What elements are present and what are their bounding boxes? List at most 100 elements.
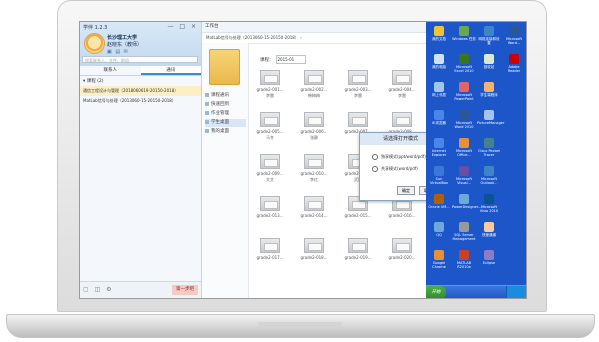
bottom-toolbar-icons[interactable]: ▢ ◫ ⚙ — [83, 286, 114, 293]
file-tile[interactable]: grade2-003... 李雷 — [338, 70, 378, 104]
desktop-icon[interactable]: 回收站 — [477, 54, 501, 76]
file-tile[interactable]: grade2-004... 李雷 — [382, 70, 422, 104]
desktop-icon[interactable]: QQ — [427, 222, 451, 244]
sidebar-item[interactable]: 作业管理 — [205, 110, 246, 118]
file-tile[interactable]: grade2-001... 李雷 — [250, 70, 290, 104]
file-name: grade2-005... — [256, 129, 284, 134]
file-tile[interactable]: grade2-018... — [294, 238, 334, 272]
list-item[interactable]: MatLab信号与处理（2013060-15-20150-2018） — [80, 96, 201, 106]
desktop-icon[interactable]: 网上邻居 — [427, 82, 451, 104]
radio-icon[interactable] — [372, 166, 378, 172]
desktop-icon[interactable]: Internet Explorer — [427, 138, 451, 160]
desktop-icon[interactable]: 我的电脑 — [427, 54, 451, 76]
desktop-icon[interactable]: 网络连接和设置 — [477, 26, 501, 48]
file-icon — [260, 196, 280, 211]
desktop-icon-label: Google Chrome — [432, 261, 446, 269]
desktop-icon[interactable]: Microsoft Visio 2010 — [477, 194, 501, 216]
sidebar-item[interactable]: 学生桌面 — [205, 119, 246, 127]
desktop-icon[interactable]: 学生端程序 — [477, 82, 501, 104]
app-icon — [484, 138, 494, 148]
file-name: grade2-009... — [256, 171, 284, 176]
desktop-icon[interactable]: Microsoft Office... — [452, 138, 476, 160]
start-button[interactable]: 开始 — [426, 286, 446, 298]
course-select[interactable]: 2015-01 — [275, 55, 306, 64]
desktop-icon[interactable]: Microsoft Word 2010 — [452, 110, 476, 132]
desktop-icon-label: Oracle VM... — [428, 205, 450, 209]
desktop-icon-label: 快速通道 — [482, 233, 496, 237]
avatar[interactable] — [84, 33, 105, 54]
desktop-icon[interactable]: Microsoft Excel 2010 — [452, 54, 476, 76]
desktop-icon-label: 我的电脑 — [432, 65, 446, 69]
option-label: 独享模式(ppt/word/pdf) — [381, 154, 426, 159]
desktop-icon[interactable]: IE浏览器 — [427, 110, 451, 132]
file-tile[interactable]: grade2-019... — [338, 238, 378, 272]
desktop-icon[interactable]: Cisco Packet Tracer — [477, 138, 501, 160]
status-icons[interactable]: ▣ ▤ ✉ — [107, 49, 129, 55]
file-name: grade2-003... — [344, 87, 372, 92]
file-owner: 李雷 — [354, 93, 362, 98]
tab-contacts[interactable]: 联系人 — [80, 66, 141, 75]
sidebar-item[interactable]: 我的桌面 — [205, 128, 246, 136]
desktop-icon[interactable]: Microsoft Visual... — [452, 166, 476, 188]
tab-messages[interactable]: 通讯 — [140, 66, 201, 75]
app-icon — [434, 194, 444, 204]
file-tile[interactable]: grade2-009... 文文 — [250, 154, 290, 188]
file-owner: 张静 — [310, 135, 318, 140]
course-group-label[interactable]: ▾ 课程 (2) — [80, 76, 201, 86]
desktop-icon-label: SQL Server Management — [452, 233, 476, 241]
desktop-icon[interactable]: PictureManager — [477, 110, 504, 132]
file-tile[interactable]: grade2-005... 马冬 — [250, 112, 290, 146]
file-name: grade2-010... — [300, 171, 328, 176]
nav-dot-icon — [205, 92, 209, 97]
app-icon — [434, 82, 444, 92]
file-tile[interactable]: grade2-015... — [338, 196, 378, 230]
folder-icon — [209, 49, 240, 85]
desktop-icon[interactable]: 我的文档 — [427, 26, 451, 48]
next-step-button[interactable]: 第一步吧 — [172, 285, 198, 295]
user-name: 赵晓东（教师） — [107, 42, 143, 48]
app-icon — [459, 82, 469, 92]
app-icon — [434, 138, 444, 148]
school-name: 长沙理工大学 — [107, 35, 138, 41]
desktop-icon[interactable]: MATLAB R2010a — [452, 250, 476, 272]
file-tile[interactable]: grade2-002... 韩梅梅 — [294, 70, 334, 104]
desktop-icon[interactable]: Oracle VM... — [427, 194, 451, 216]
file-tile[interactable]: grade2-016... — [382, 196, 422, 230]
desktop-icon[interactable]: Eclipse — [477, 250, 501, 272]
app-icon — [434, 54, 444, 64]
windows-desktop: 我的文档 Windows 任务 网络连接和设置 Microsoft Word... 我的… — [426, 22, 526, 298]
desktop-icon[interactable]: Microsoft PowerPoint — [452, 82, 476, 104]
file-tile[interactable]: grade2-010... 李红 — [294, 154, 334, 188]
window-controls[interactable]: — □ × — [167, 23, 198, 30]
ok-button[interactable]: 确定 — [397, 186, 415, 195]
desktop-icon[interactable]: Adobe Reader — [502, 54, 526, 76]
desktop-icon[interactable]: Microsoft Outlook... — [477, 166, 501, 188]
file-tile[interactable]: grade2-017... — [250, 238, 290, 272]
desktop-icon[interactable]: Windows 任务 — [452, 26, 476, 48]
desktop-icon[interactable]: 快速通道 — [477, 222, 501, 244]
desktop-icon[interactable]: Google Chrome — [427, 250, 451, 272]
radio-icon[interactable] — [372, 154, 378, 160]
sidebar-item[interactable]: 课程通讯 — [205, 92, 246, 100]
desktop-icon[interactable]: Sun VirtualBox — [427, 166, 451, 188]
file-tile[interactable]: grade2-006... 张静 — [294, 112, 334, 146]
desktop-icon[interactable]: Microsoft Word... — [502, 26, 526, 48]
system-tray[interactable] — [506, 286, 526, 298]
file-tile[interactable]: grade2-013... — [250, 196, 290, 230]
nav-dot-icon — [205, 110, 209, 115]
browser-sidebar: 课程通讯 快速回到 作业管理 学生桌面 我的桌面 — [202, 43, 249, 298]
file-tile[interactable]: grade2-014... — [294, 196, 334, 230]
im-tabs: 联系人 通讯 — [80, 66, 201, 76]
app-icon — [459, 138, 469, 148]
app-icon — [459, 222, 469, 232]
desktop-icon-label: Microsoft Visio 2010 — [479, 205, 499, 213]
desktop-icon[interactable]: SQL Server Management — [452, 222, 476, 244]
list-item[interactable]: 通信工程设计与管理（2018060619-20150-2018） — [80, 86, 201, 96]
file-owner: 李雷 — [266, 93, 274, 98]
search-input[interactable]: 搜索联系人、文件、群组 — [82, 56, 198, 63]
file-icon — [348, 238, 368, 253]
file-tile[interactable]: grade2-020... — [382, 238, 422, 272]
desktop-icon[interactable]: PowerDesigner... — [452, 194, 481, 216]
app-icon — [459, 250, 469, 260]
sidebar-item[interactable]: 快速回到 — [205, 101, 246, 109]
